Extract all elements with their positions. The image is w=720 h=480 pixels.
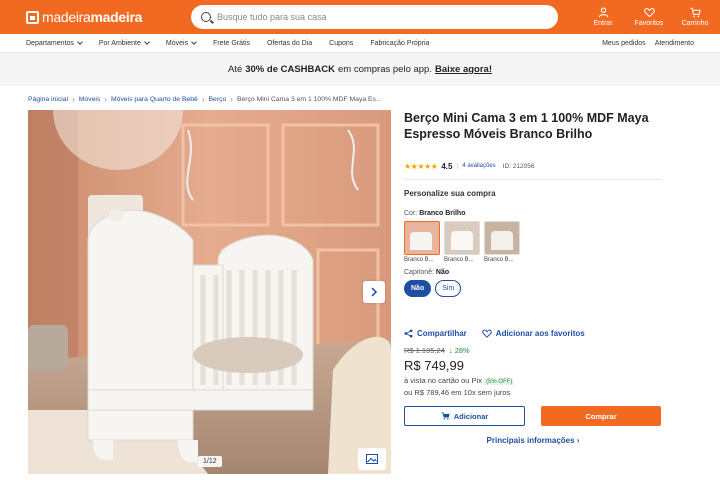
- chevron-down-icon: [77, 39, 83, 45]
- swatch-image: [484, 221, 520, 255]
- add-to-cart-label: Adicionar: [453, 411, 489, 421]
- chevron-right-icon: ›: [72, 94, 75, 104]
- share-icon: [404, 329, 413, 338]
- breadcrumb-item[interactable]: Móveis para Quarto de Bebê: [111, 96, 198, 103]
- nav-ofertas[interactable]: Ofertas do Dia: [267, 40, 312, 47]
- swatch-image: [404, 221, 440, 255]
- purchase-buttons: Adicionar Comprar: [404, 406, 662, 426]
- share-label: Compartilhar: [417, 329, 467, 338]
- divider: [404, 179, 662, 180]
- product-id: ID: 212056: [502, 162, 535, 170]
- color-label: Cor: Branco Brilho: [404, 210, 466, 217]
- add-favorite-button[interactable]: Adicionar aos favoritos: [482, 329, 585, 338]
- gallery-next-button[interactable]: [363, 281, 385, 303]
- favorite-label: Adicionar aos favoritos: [495, 329, 585, 338]
- user-icon: [598, 7, 608, 18]
- product-title: Berço Mini Cama 3 em 1 100% MDF Maya Esp…: [404, 111, 649, 141]
- color-swatch[interactable]: Branco B...: [404, 221, 440, 263]
- heart-icon: [643, 8, 655, 18]
- old-price: R$ 1.105,24: [404, 346, 445, 355]
- nav-right-links: Meus pedidos Atendimento: [602, 40, 694, 47]
- nav-por-ambiente[interactable]: Por Ambiente: [99, 39, 150, 47]
- logo-suffix: madeira: [90, 9, 143, 25]
- breadcrumb-item[interactable]: Berço: [209, 96, 227, 103]
- color-swatches: Branco B... Branco B... Branco B...: [404, 221, 662, 263]
- share-fav-row: Compartilhar Adicionar aos favoritos: [404, 329, 662, 338]
- site-logo[interactable]: madeiramadeira: [26, 9, 162, 25]
- search-bar[interactable]: [191, 5, 558, 29]
- chevron-right-icon: ›: [104, 94, 107, 104]
- chevron-right-icon: ›: [201, 94, 205, 104]
- capitone-options: Não Sim: [404, 280, 662, 297]
- chevron-down-icon: [191, 39, 197, 45]
- breadcrumb-item[interactable]: Página inicial: [28, 96, 68, 103]
- logo-prefix: madeira: [42, 9, 91, 25]
- nav-moveis[interactable]: Móveis: [166, 39, 197, 47]
- discount-badge: ↓ 28%: [448, 346, 470, 355]
- cash-payment-line: à vista no cartão ou Pix (5% OFF): [404, 376, 515, 385]
- personalize-heading: Personalize sua compra: [404, 189, 496, 198]
- color-swatch[interactable]: Branco B...: [444, 221, 480, 263]
- capitone-label: Capitonê: Não: [404, 269, 450, 276]
- nav-atendimento[interactable]: Atendimento: [655, 40, 694, 47]
- product-image: [28, 110, 391, 474]
- gallery-fullscreen-button[interactable]: [358, 448, 386, 470]
- installments-line: ou R$ 789,46 em 10x sem juros: [404, 388, 511, 397]
- chevron-right-icon: [371, 287, 378, 297]
- breadcrumb: Página inicial › Móveis › Móveis para Qu…: [0, 88, 720, 110]
- share-button[interactable]: Compartilhar: [404, 329, 467, 338]
- nav-cupons[interactable]: Cupons: [329, 40, 353, 47]
- capitone-value: Não: [435, 269, 450, 276]
- promo-download-link[interactable]: Baixe agora!: [435, 64, 492, 75]
- capitone-option-sim[interactable]: Sim: [435, 280, 462, 297]
- rating-value: 4.5: [441, 161, 453, 171]
- favorites-button[interactable]: Favoritos: [634, 7, 664, 27]
- promo-prefix: Até: [227, 64, 243, 75]
- color-swatch[interactable]: Branco B...: [484, 221, 520, 263]
- promo-highlight: 30% de CASHBACK: [245, 64, 335, 75]
- breadcrumb-item[interactable]: Móveis: [79, 96, 101, 103]
- cart-label: Carrinho: [681, 20, 709, 27]
- current-price: R$ 749,99: [404, 358, 464, 373]
- nav-frete-gratis[interactable]: Frete Grátis: [213, 40, 250, 47]
- main-info-link[interactable]: Principais informações ›: [404, 436, 662, 445]
- nav-meus-pedidos[interactable]: Meus pedidos: [602, 40, 646, 47]
- header-actions: Entrar Favoritos Carrinho: [588, 7, 710, 27]
- capitone-option-nao[interactable]: Não: [404, 280, 432, 297]
- cart-icon: [441, 412, 450, 420]
- pix-discount-badge: (5% OFF): [484, 379, 515, 385]
- rating-row: ★★★★★ 4.5 | 4 avaliações ID: 212056: [404, 161, 535, 171]
- image-icon: [366, 454, 378, 464]
- product-gallery[interactable]: 1/12: [28, 110, 391, 474]
- reviews-link[interactable]: 4 avaliações: [462, 163, 495, 169]
- swatch-image: [444, 221, 480, 255]
- cart-button[interactable]: Carrinho: [680, 7, 710, 27]
- breadcrumb-current: Berço Mini Cama 3 em 1 100% MDF Maya Es.…: [236, 95, 382, 103]
- promo-middle: em compras pelo app.: [337, 64, 432, 75]
- product-info: Berço Mini Cama 3 em 1 100% MDF Maya Esp…: [404, 110, 662, 445]
- chevron-right-icon: ›: [230, 94, 233, 104]
- logo-icon: [26, 10, 39, 24]
- login-label: Entrar: [593, 20, 613, 27]
- chevron-down-icon: [144, 39, 150, 45]
- nav-fabricacao[interactable]: Fabricação Própria: [370, 40, 429, 47]
- nav-departamentos[interactable]: Departamentos: [26, 39, 83, 47]
- rating-stars-icon: ★★★★★: [404, 161, 438, 171]
- top-header: madeiramadeira Entrar Favoritos Carrinho: [0, 0, 720, 34]
- add-to-cart-button[interactable]: Adicionar: [404, 406, 525, 426]
- old-price-row: R$ 1.105,24 ↓ 28%: [404, 346, 662, 355]
- color-value: Branco Brilho: [419, 210, 466, 217]
- favorites-label: Favoritos: [634, 20, 664, 27]
- search-input[interactable]: [217, 12, 537, 22]
- login-button[interactable]: Entrar: [588, 7, 618, 27]
- promo-banner: Até 30% de CASHBACK em compras pelo app.…: [0, 53, 720, 86]
- cart-icon: [689, 7, 701, 18]
- heart-icon: [482, 329, 492, 338]
- buy-now-button[interactable]: Comprar: [541, 406, 661, 426]
- gallery-counter: 1/12: [198, 456, 222, 467]
- main-nav: Departamentos Por Ambiente Móveis Frete …: [0, 34, 720, 53]
- search-icon[interactable]: [201, 12, 211, 22]
